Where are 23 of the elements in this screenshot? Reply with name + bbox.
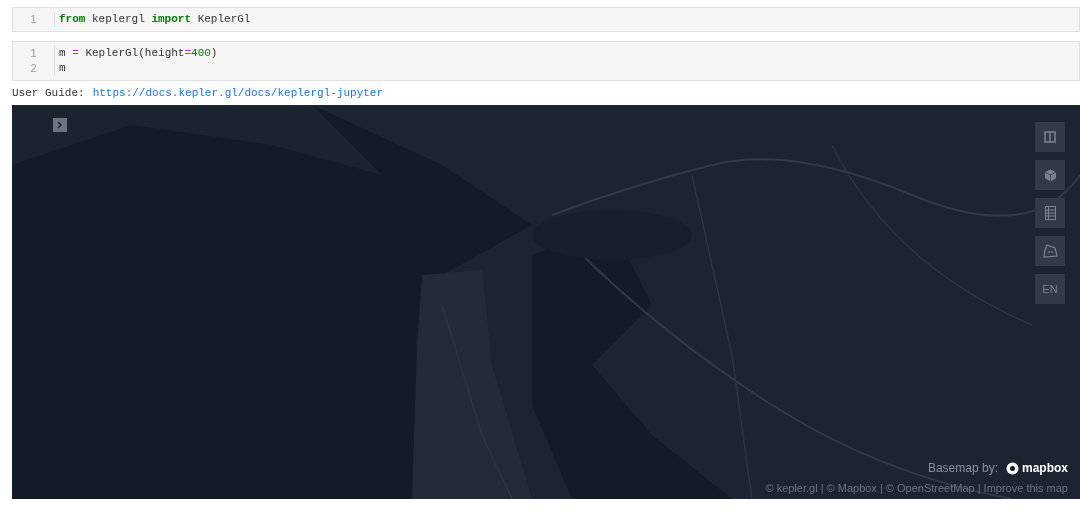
line-number: 2 [30,61,37,76]
split-view-icon [1044,131,1056,143]
chevron-right-icon [57,121,63,129]
code-line: from keplergl import KeplerGl [59,12,251,27]
mapbox-logo: mapbox [1006,459,1068,477]
code-cell[interactable]: 1 from keplergl import KeplerGl [12,7,1080,32]
map-control-button[interactable] [1035,160,1065,190]
line-number: 1 [30,12,37,27]
map-control-button[interactable] [1035,122,1065,152]
code-line: m [59,61,67,76]
list-icon [1044,206,1056,220]
map-attribution: © kepler.gl | © Mapbox | © OpenStreetMap | Improve this map [765,480,1068,496]
user-guide-label: User Guide: [12,86,85,102]
line-number: 1 [30,46,37,61]
polygon-icon [1042,244,1058,258]
user-guide-link[interactable]: https://docs.kepler.gl/docs/keplergl-jupyter [92,85,384,102]
map-control-button[interactable] [1035,236,1065,266]
side-panel-toggle[interactable] [53,118,67,132]
cube-icon [1043,168,1057,182]
code-line: m = KeplerGl(height=400) [59,46,218,61]
map-control-button[interactable] [1035,198,1065,228]
code-cell[interactable]: 1 2 m = KeplerGl(height=400) m [12,41,1080,81]
basemap-label: Basemap by: [927,460,998,477]
